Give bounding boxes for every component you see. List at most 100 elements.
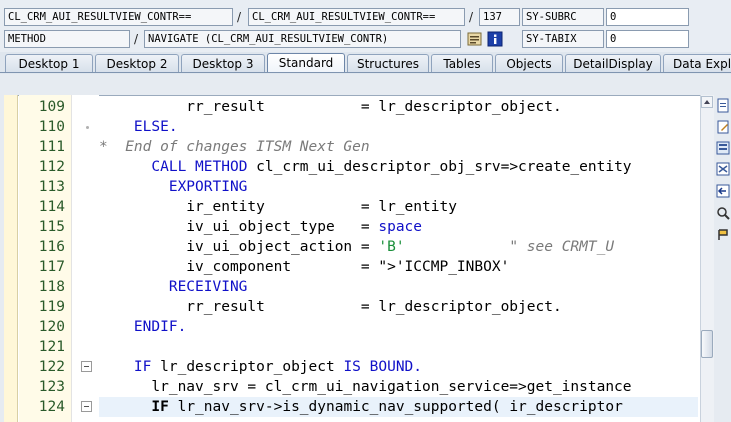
- code-line[interactable]: 111 * End of changes ITSM Next Gen: [0, 137, 731, 157]
- tab-desktop-3[interactable]: Desktop 3: [181, 54, 265, 72]
- tab-standard[interactable]: Standard: [267, 53, 345, 72]
- line-number: 112: [38, 159, 65, 175]
- code-content: ENDIF.: [99, 319, 187, 335]
- code-content: rr_result = lr_descriptor_object.: [99, 99, 562, 115]
- code-line[interactable]: 113 EXPORTING: [0, 177, 731, 197]
- variable-name-value: SY-SUBRC: [526, 11, 577, 23]
- edit-doc-icon[interactable]: [716, 119, 731, 135]
- code-content: lr_nav_srv = cl_crm_ui_navigation_servic…: [99, 379, 632, 395]
- program-field[interactable]: CL_CRM_AUI_RESULTVIEW_CONTR==: [4, 8, 233, 26]
- variable-value-field[interactable]: 0: [606, 8, 689, 26]
- code-line[interactable]: 110 ELSE.: [0, 117, 731, 137]
- separator: /: [237, 10, 242, 24]
- code-line[interactable]: 119 rr_result = lr_descriptor_object.: [0, 297, 731, 317]
- line-number: 117: [38, 259, 65, 275]
- code-text: iv_ui_object_type = space: [99, 219, 423, 235]
- variable-value-field[interactable]: 0: [606, 30, 689, 48]
- tab-objects[interactable]: Objects: [495, 54, 563, 72]
- tab-structures[interactable]: Structures: [347, 54, 429, 72]
- line-number: 123: [38, 379, 65, 395]
- scrollbar-thumb[interactable]: [701, 330, 713, 358]
- search-icon[interactable]: [716, 205, 731, 221]
- separator: /: [469, 10, 474, 24]
- arrow-left-icon[interactable]: [716, 183, 731, 199]
- tab-label: DetailDisplay: [573, 57, 653, 71]
- tab-label: Data Explo: [673, 57, 731, 71]
- code-line[interactable]: 116 iv_ui_object_action = 'B' " see CRMT…: [0, 237, 731, 257]
- tab-desktop-2[interactable]: Desktop 2: [95, 54, 179, 72]
- scroll-up-arrow-icon[interactable]: [701, 96, 713, 108]
- code-text: rr_result = lr_descriptor_object.: [99, 297, 698, 317]
- line-number-value: 137: [483, 11, 502, 23]
- tab-label: Desktop 3: [192, 57, 254, 71]
- compare-icon[interactable]: [716, 161, 731, 177]
- variable-name-value: SY-TABIX: [526, 33, 577, 45]
- code-content: ELSE.: [99, 119, 178, 135]
- line-number: 114: [38, 199, 65, 215]
- new-doc-icon[interactable]: [716, 98, 731, 114]
- code-line[interactable]: 122 IF lr_descriptor_object IS BOUND.: [0, 357, 731, 377]
- code-text: CALL METHOD cl_crm_ui_descriptor_obj_srv…: [151, 159, 632, 175]
- tab-label: Structures: [356, 57, 420, 71]
- line-number: 110: [38, 119, 65, 135]
- code-text: lr_nav_srv = cl_crm_ui_navigation_servic…: [99, 377, 698, 397]
- code-text: IF lr_descriptor_object IS BOUND.: [133, 359, 423, 375]
- kind-value: METHOD: [8, 33, 46, 45]
- fold-marker: [86, 126, 89, 129]
- line-number: 111: [38, 139, 65, 155]
- code-line[interactable]: 117 iv_component = ">'ICCMP_INBOX': [0, 257, 731, 277]
- variable-value: 0: [610, 33, 617, 45]
- code-text: ir_entity = lr_entity: [99, 197, 698, 217]
- variable-name-field[interactable]: SY-TABIX: [522, 30, 604, 48]
- current-code-line[interactable]: 124 IF lr_nav_srv->is_dynamic_nav_suppor…: [0, 397, 731, 417]
- event-field[interactable]: NAVIGATE (CL_CRM_AUI_RESULTVIEW_CONTR): [144, 30, 461, 48]
- code-text: iv_component = ">'ICCMP_INBOX': [99, 259, 510, 275]
- program-value: CL_CRM_AUI_RESULTVIEW_CONTR==: [8, 11, 192, 23]
- code-content: rr_result = lr_descriptor_object.: [99, 299, 562, 315]
- tab-desktop-1[interactable]: Desktop 1: [5, 54, 93, 72]
- line-number: 116: [38, 239, 65, 255]
- include-field[interactable]: CL_CRM_AUI_RESULTVIEW_CONTR==: [248, 8, 465, 26]
- tab-tables[interactable]: Tables: [431, 54, 493, 72]
- code-text: rr_result = lr_descriptor_object.: [99, 97, 698, 117]
- line-number: 118: [38, 279, 65, 295]
- code-line[interactable]: 120 ENDIF.: [0, 317, 731, 337]
- code-line[interactable]: 114 ir_entity = lr_entity: [0, 197, 731, 217]
- tab-data-explorer[interactable]: Data Explo: [663, 54, 731, 72]
- collapse-toggle[interactable]: [81, 361, 92, 372]
- code-text: RECEIVING: [99, 277, 698, 297]
- line-number: 115: [38, 219, 65, 235]
- display-icon[interactable]: [716, 140, 731, 156]
- source-icon[interactable]: [467, 31, 483, 47]
- vertical-scrollbar[interactable]: [700, 95, 714, 422]
- line-number-field[interactable]: 137: [479, 8, 520, 26]
- stop-icon[interactable]: [716, 227, 731, 243]
- line-number: 119: [38, 299, 65, 315]
- tab-label: Objects: [506, 57, 552, 71]
- tab-label: Desktop 1: [18, 57, 80, 71]
- code-text: ELSE.: [99, 117, 698, 137]
- code-text: iv_ui_object_action = 'B' " see CRMT_U: [99, 239, 615, 255]
- separator: /: [134, 32, 139, 46]
- code-line[interactable]: 121: [0, 337, 731, 357]
- tab-detaildisplay[interactable]: DetailDisplay: [565, 54, 661, 72]
- code-line[interactable]: 112 CALL METHOD cl_crm_ui_descriptor_obj…: [0, 157, 731, 177]
- info-icon[interactable]: [487, 31, 503, 47]
- tab-strip: Desktop 1 Desktop 2 Desktop 3 Standard S…: [0, 53, 731, 73]
- tab-label: Tables: [443, 57, 481, 71]
- kind-field[interactable]: METHOD: [4, 30, 130, 48]
- code-line[interactable]: 118 RECEIVING: [0, 277, 731, 297]
- line-number: 109: [38, 99, 65, 115]
- event-value: NAVIGATE (CL_CRM_AUI_RESULTVIEW_CONTR): [148, 33, 389, 45]
- code-text: EXPORTING: [99, 177, 698, 197]
- code-line[interactable]: 109 rr_result = lr_descriptor_object.: [0, 97, 731, 117]
- line-number: 121: [38, 339, 65, 355]
- variable-name-field[interactable]: SY-SUBRC: [522, 8, 604, 26]
- code-line[interactable]: 115 iv_ui_object_type = space: [0, 217, 731, 237]
- code-content: * End of changes ITSM Next Gen: [99, 139, 370, 155]
- collapse-toggle[interactable]: [81, 401, 92, 412]
- code-content: EXPORTING: [99, 179, 248, 195]
- code-line[interactable]: 123 lr_nav_srv = cl_crm_ui_navigation_se…: [0, 377, 731, 397]
- line-number: 113: [38, 179, 65, 195]
